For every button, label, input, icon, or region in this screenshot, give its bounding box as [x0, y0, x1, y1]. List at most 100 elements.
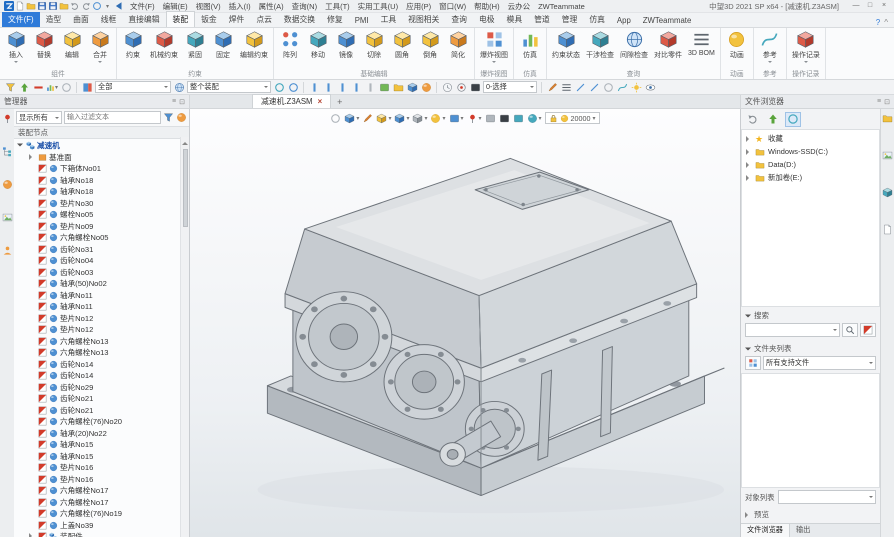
ribbon-button-动画[interactable]: 动画	[723, 29, 751, 68]
folder-filter-icon[interactable]	[392, 81, 404, 93]
ribbon-button-合并[interactable]: 合并	[86, 29, 114, 68]
ribbon-button-圆角[interactable]: 圆角	[388, 29, 416, 68]
regen-icon[interactable]	[91, 1, 102, 12]
tree-node-part[interactable]: 六角螺栓No17	[14, 485, 189, 497]
file-list[interactable]	[741, 373, 880, 488]
ribbon-button-参考[interactable]: 参考	[756, 29, 784, 68]
tree-node-part[interactable]: 上盖No39	[14, 520, 189, 532]
line-icon[interactable]	[574, 81, 586, 93]
point-icon[interactable]	[630, 81, 642, 93]
tree-scrollbar[interactable]	[180, 137, 189, 537]
pick-filter-icon[interactable]	[4, 81, 16, 93]
ribbon-tab-11[interactable]: PMI	[349, 14, 375, 27]
ribbon-tab-19[interactable]: 仿真	[583, 12, 611, 27]
ribbon-tab-15[interactable]: 电极	[473, 12, 501, 27]
pin-view-icon[interactable]: ▾	[467, 113, 482, 124]
spline-icon[interactable]	[616, 81, 628, 93]
tree-node-part[interactable]: 螺栓No05	[14, 209, 189, 221]
ribbon-tab-10[interactable]: 修复	[321, 12, 349, 27]
new-file-icon[interactable]	[14, 1, 25, 12]
circle-icon[interactable]	[602, 81, 614, 93]
ribbon-tab-4[interactable]: 直接编辑	[122, 12, 165, 27]
redo-icon[interactable]	[80, 1, 91, 12]
ribbon-button-干涉检查[interactable]: 干涉检查	[583, 29, 617, 68]
search-combo[interactable]	[745, 323, 840, 337]
ribbon-button-紧固[interactable]: 紧固	[181, 29, 209, 68]
ribbon-tab-12[interactable]: 工具	[375, 12, 403, 27]
ribbon-button-简化[interactable]: 简化	[444, 29, 472, 68]
tree-color-icon[interactable]	[176, 111, 187, 124]
nav-up-icon[interactable]	[765, 112, 781, 127]
filter-shape-icon[interactable]	[364, 81, 376, 93]
tree-node-part[interactable]: 齿轮No21	[14, 393, 189, 405]
pick-list-icon[interactable]: ▾	[46, 81, 58, 93]
filter-curve-icon[interactable]	[350, 81, 362, 93]
filter-edge-icon[interactable]	[322, 81, 334, 93]
view-manager-icon[interactable]	[2, 212, 13, 223]
tree-node-part[interactable]: 轴承(20)No22	[14, 428, 189, 440]
tree-node-part[interactable]: 轴承No15	[14, 451, 189, 463]
filter-face-icon[interactable]	[336, 81, 348, 93]
tree-node-part[interactable]: 轴承No11	[14, 290, 189, 302]
stop-search-button[interactable]	[860, 323, 876, 337]
ribbon-button-操作记录[interactable]: 操作记录	[789, 29, 823, 68]
tree-node-part[interactable]: 轴承(50)No02	[14, 278, 189, 290]
close-button[interactable]: ×	[877, 0, 891, 12]
ribbon-button-阵列[interactable]: 阵列	[276, 29, 304, 68]
ribbon-tab-9[interactable]: 数据交换	[278, 12, 321, 27]
visibility-icon[interactable]	[644, 81, 656, 93]
object-list-combo[interactable]	[778, 490, 876, 504]
shape-filter-icon[interactable]	[406, 81, 418, 93]
tree-node-part[interactable]: 垫片No16	[14, 462, 189, 474]
ribbon-button-约束[interactable]: 约束	[119, 29, 147, 68]
ribbon-button-镜像[interactable]: 镜像	[332, 29, 360, 68]
ribbon-button-插入[interactable]: 插入	[2, 29, 30, 68]
ribbon-button-替换[interactable]: 替换	[30, 29, 58, 68]
scope-icon[interactable]	[173, 81, 185, 93]
view-scale-combo[interactable]: 20000▾	[545, 112, 600, 124]
scope-combo[interactable]: 整个装配	[187, 81, 271, 93]
tree-node-part[interactable]: 轴承No18	[14, 186, 189, 198]
app-logo[interactable]	[3, 1, 14, 12]
shade-mode-icon[interactable]: ▾	[376, 113, 391, 124]
drive-item-3[interactable]: 新加卷(E:)	[742, 171, 879, 184]
sketch-icon[interactable]	[546, 81, 558, 93]
bottom-tab-1[interactable]: 输出	[790, 524, 816, 537]
tree-filter-icon[interactable]	[163, 111, 174, 124]
open-file-icon[interactable]	[25, 1, 36, 12]
tree-node-part[interactable]: 齿轮No03	[14, 267, 189, 279]
swatch-light-icon[interactable]	[485, 113, 496, 124]
ribbon-button-间隙检查[interactable]: 间隙检查	[617, 29, 651, 68]
nav-back-icon[interactable]	[745, 112, 761, 127]
tree-node-part[interactable]: 齿轮No29	[14, 382, 189, 394]
tree-node-part[interactable]: 六角螺栓No13	[14, 336, 189, 348]
search-section-header[interactable]: 搜索	[741, 307, 880, 322]
new-document-tab-button[interactable]: +	[331, 96, 348, 108]
select-mode-combo[interactable]: 0-选择	[483, 81, 537, 93]
ribbon-tab-6[interactable]: 钣金	[195, 12, 223, 27]
tree-node-part[interactable]: 六角螺栓No05	[14, 232, 189, 244]
snap-icon[interactable]	[455, 81, 467, 93]
history-icon[interactable]	[441, 81, 453, 93]
save-icon[interactable]	[36, 1, 47, 12]
minimize-ribbon-icon[interactable]: ^	[884, 18, 888, 27]
ribbon-tab-16[interactable]: 模具	[501, 12, 529, 27]
3d-viewport[interactable]: ▾▾▾▾▾▾▾▾20000▾	[190, 109, 740, 537]
ribbon-button-编辑[interactable]: 编辑	[58, 29, 86, 68]
tree-node-part[interactable]: 轴承No15	[14, 439, 189, 451]
undo-icon[interactable]	[69, 1, 80, 12]
file-browser-icon[interactable]	[882, 113, 893, 124]
reuse-icon[interactable]	[273, 81, 285, 93]
preview-section-header[interactable]: 预览	[741, 506, 880, 521]
tree-node-part[interactable]: 齿轮No31	[14, 244, 189, 256]
tree-node-part[interactable]: 齿轮No04	[14, 255, 189, 267]
ribbon-tab-17[interactable]: 管道	[528, 12, 556, 27]
tree-node-part[interactable]: 六角螺栓No17	[14, 497, 189, 509]
tree-display-combo[interactable]: 显示所有	[16, 111, 62, 124]
bottom-tab-0[interactable]: 文件浏览器	[741, 524, 790, 537]
tree-node-part[interactable]: 垫片No09	[14, 221, 189, 233]
refresh-icon[interactable]	[785, 112, 801, 127]
show-entity-icon[interactable]	[18, 81, 30, 93]
output-icon[interactable]	[882, 224, 893, 235]
drive-item-1[interactable]: Windows-SSD(C:)	[742, 145, 879, 158]
